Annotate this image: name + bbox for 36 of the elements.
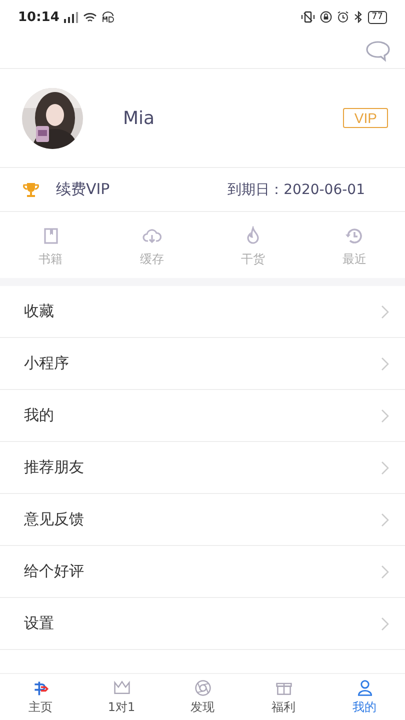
battery-level: 77 [368,10,387,24]
vibrate-icon [300,11,315,23]
signal-icon [64,12,78,22]
wifi-icon [83,12,98,22]
menu-item[interactable]: 推荐朋友 [0,442,405,494]
user-name: Mia [123,108,156,128]
chevron-icon [381,408,389,422]
clock-time: 10:14 [18,10,60,24]
cloud-download-icon [142,226,162,246]
chevron-icon [381,512,389,526]
menu-item[interactable]: 给个好评 [0,546,405,598]
bluetooth-icon [354,11,363,23]
chevron-icon [381,616,389,630]
tab[interactable]: 福利 [243,674,324,720]
expiry-date: 到期日：2020-06-01 [228,180,365,198]
chevron-icon [381,564,389,578]
tab[interactable]: 发现 [162,674,243,720]
history-icon [344,226,364,246]
chevron-icon [381,304,389,318]
chevron-icon [381,356,389,370]
tab[interactable]: 我的 [324,674,405,720]
hd-icon [102,11,114,23]
lock-icon [320,11,332,23]
menu-item[interactable]: 意见反馈 [0,494,405,546]
aperture-icon [192,678,212,696]
trophy-icon [22,180,40,198]
alarm-icon [336,11,349,23]
menu-item[interactable]: 小程序 [0,338,405,390]
tab[interactable]: 主页 [0,674,81,720]
menu-item[interactable]: 我的 [0,390,405,442]
chevron-icon [381,460,389,474]
tab[interactable]: 1对1 [81,674,162,720]
renew-vip-link[interactable]: 续费VIP [56,180,228,199]
menu-item[interactable]: 设置 [0,598,405,650]
menu-item[interactable]: 收藏 [0,286,405,338]
crown-icon [112,678,132,696]
